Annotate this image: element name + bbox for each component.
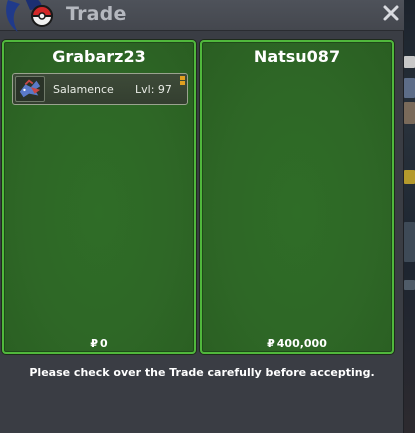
title-bar[interactable]: Trade [0,0,404,32]
trade-offer-panel-left: Grabarz23 Salamence Lvl: 97 ₽0 [2,40,196,354]
trade-notice: Please check over the Trade carefully be… [29,366,375,379]
pokedollar-icon: ₽ [90,337,98,350]
money-offer: ₽400,000 [202,337,392,350]
salamence-sprite-icon [15,76,45,102]
close-icon[interactable] [381,3,401,23]
trade-offer-panel-right: Natsu087 ₽400,000 [200,40,394,354]
background-fragment [404,222,415,262]
pokemon-level: Lvl: 97 [135,83,172,96]
money-amount: 400,000 [276,337,327,350]
window-title: Trade [66,3,127,25]
pokedollar-icon: ₽ [267,337,275,350]
player-name: Grabarz23 [52,47,146,66]
money-amount: 0 [100,337,108,350]
pokeball-logo-icon [6,0,54,32]
money-offer: ₽0 [4,337,194,350]
pokemon-name: Salamence [53,83,114,96]
item-flag-icon [180,76,185,85]
trade-window: Trade Grabarz23 Salamence Lvl: 97 ₽0 Nat… [0,0,404,433]
pokemon-offer-slot[interactable]: Salamence Lvl: 97 [12,73,188,105]
background-fragment [404,78,415,98]
background-fragment [404,280,415,290]
background-fragment [404,170,415,184]
player-name: Natsu087 [253,47,341,66]
background-fragment [404,56,415,68]
background-fragment [404,102,415,124]
